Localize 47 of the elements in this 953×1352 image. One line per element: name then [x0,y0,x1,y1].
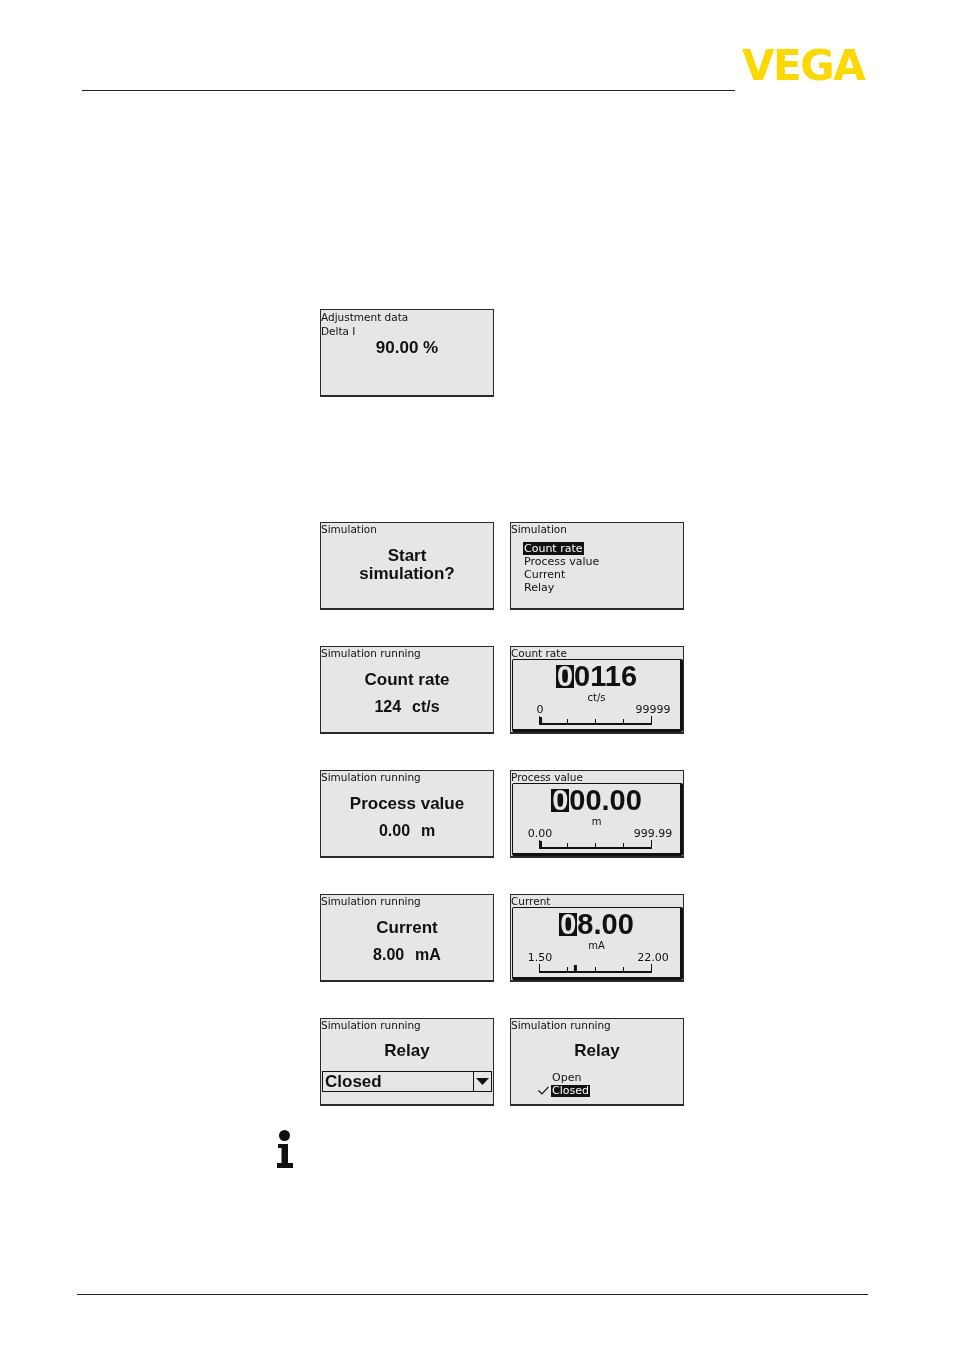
display-title: Simulation [321,523,377,535]
menu-item[interactable]: Count rate [523,542,584,555]
scale-max-label: 22.00 [637,952,669,963]
prompt-message: Start simulation? [358,547,456,583]
info-icon [276,1130,294,1168]
scale-min-label: 1.50 [527,952,553,963]
simulated-quantity: Current [376,918,438,938]
simulated-quantity: Count rate [364,670,450,690]
edit-cursor: 0 [555,665,575,688]
value-input[interactable]: 08.00 [559,913,634,936]
scale-min-label: 0.00 [527,828,553,839]
parameter-name: Delta I [321,324,356,338]
simulated-quantity: Process value [349,794,465,814]
relay-label: Relay [574,1041,620,1061]
edit-cursor: 0 [559,913,578,936]
unit-label: mA [588,940,605,952]
display-title: Simulation running [321,647,421,659]
display-title: Simulation running [511,1019,611,1031]
unit-label: ct/s [587,692,606,704]
simulated-value: 124 ct/s [374,697,440,717]
display-title: Simulation running [321,895,421,907]
simulated-value: 0.00 m [378,821,436,841]
display-title: Simulation running [321,1019,421,1031]
display-title: Count rate [511,647,567,659]
scale-max-label: 99999 [635,704,671,715]
relay-label: Relay [384,1041,430,1061]
parameter-value: 90.00 % [375,338,439,358]
menu-item[interactable]: Current [523,568,567,581]
relay-state-dropdown[interactable]: Closed [322,1071,492,1092]
unit-label: m [591,816,602,828]
caret-icon [473,1072,491,1091]
display-title: Simulation [511,523,567,535]
display-title: Process value [511,771,583,783]
display-title: Adjustment data [321,310,409,324]
display-title: Simulation running [321,771,421,783]
simulated-value: 8.00 mA [373,945,441,965]
edit-cursor: 0 [551,789,570,812]
relay-option[interactable]: Open [551,1071,583,1084]
relay-option[interactable]: Closed [551,1084,590,1097]
scale-max-label: 999.99 [633,828,673,839]
menu-item[interactable]: Process value [523,555,601,568]
display-title: Current [511,895,551,907]
scale-min-label: 0 [536,704,544,715]
brand-logo: VEGA [742,50,865,82]
value-input[interactable]: 00116 [555,665,638,688]
value-input[interactable]: 000.00 [551,789,642,812]
menu-item[interactable]: Relay [523,581,556,594]
